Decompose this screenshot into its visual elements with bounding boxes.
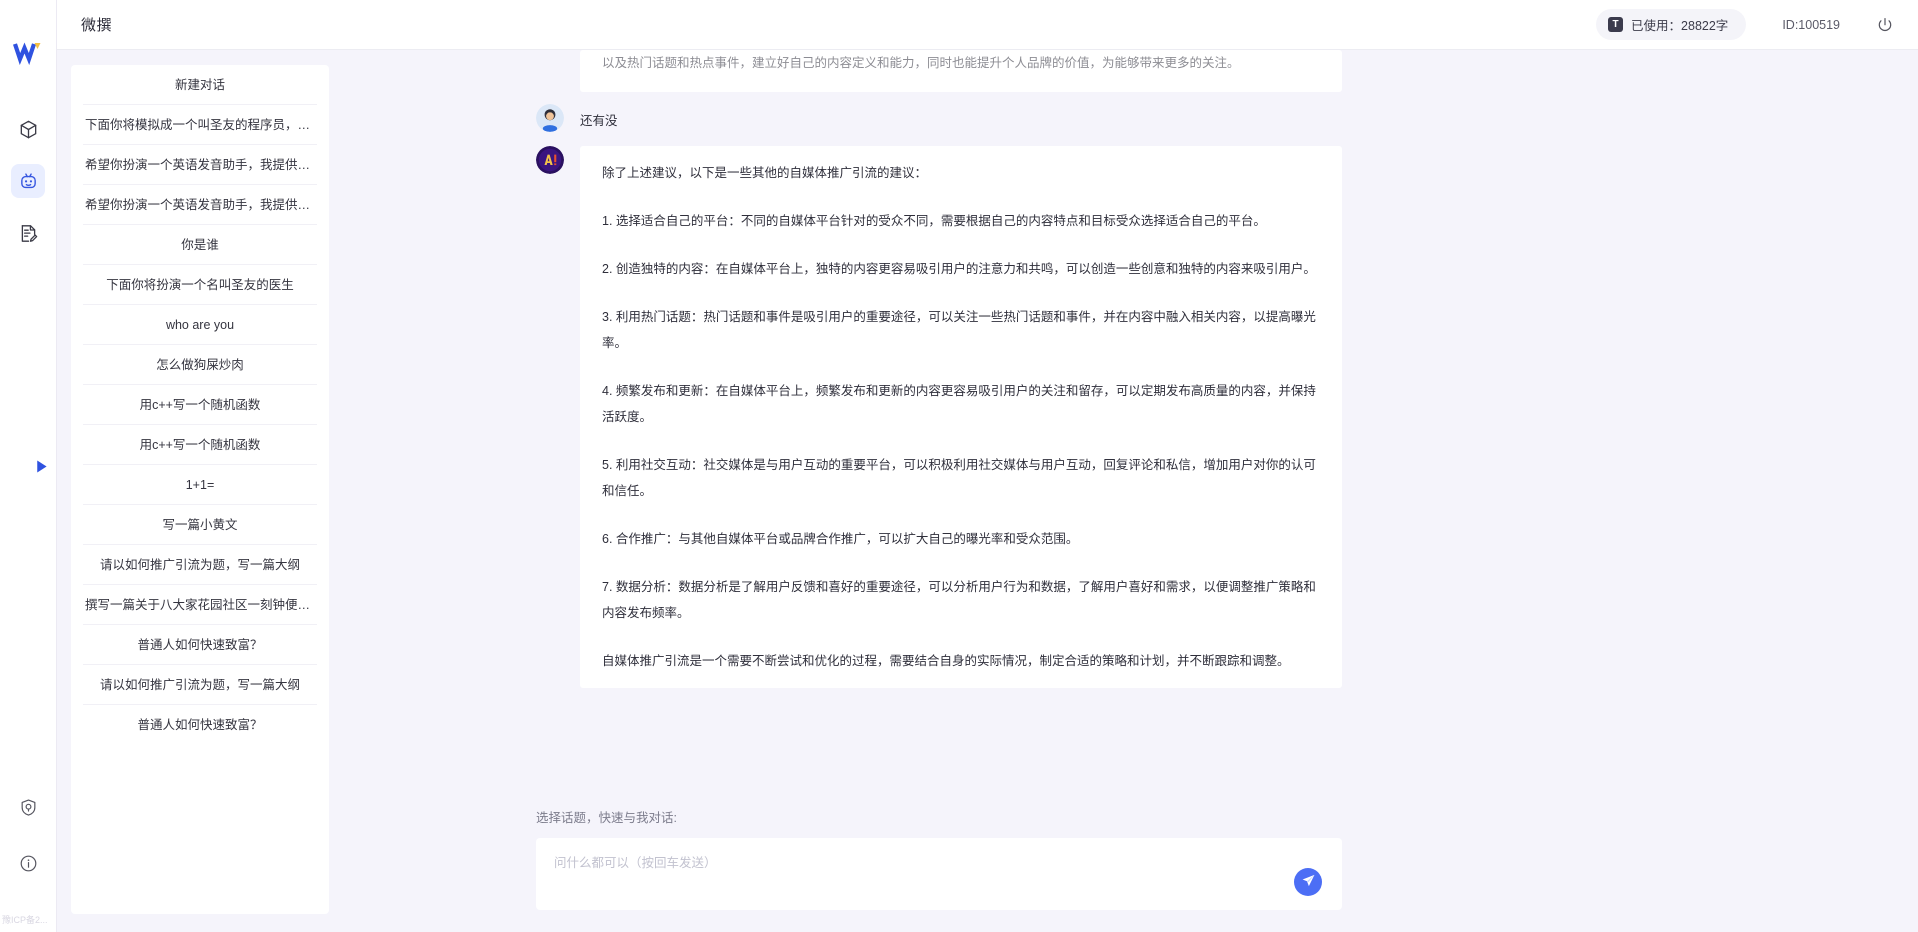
sidebar-item-robot[interactable] xyxy=(11,164,45,198)
message-paragraph: 6. 合作推广：与其他自媒体平台或品牌合作推广，可以扩大自己的曝光率和受众范围。 xyxy=(602,532,1079,546)
conversation-list: 新建对话 下面你将模拟成一个叫圣友的程序员，我说... 希望你扮演一个英语发音助… xyxy=(71,65,329,914)
token-badge-icon: T xyxy=(1608,17,1624,32)
user-id-label: ID:100519 xyxy=(1782,17,1840,32)
list-item[interactable]: 普通人如何快速致富？ xyxy=(83,625,317,665)
shield-icon[interactable] xyxy=(11,790,45,824)
list-item[interactable]: 撰写一篇关于八大家花园社区一刻钟便民生... xyxy=(83,585,317,625)
list-item[interactable]: 用c++写一个随机函数 xyxy=(83,425,317,465)
message-input[interactable] xyxy=(536,838,1342,910)
rail-bottom-items xyxy=(0,790,56,880)
list-item[interactable]: 希望你扮演一个英语发音助手，我提供给你... xyxy=(83,145,317,185)
new-chat-button[interactable]: 新建对话 xyxy=(83,65,317,105)
list-item[interactable]: 1+1= xyxy=(83,465,317,505)
list-item[interactable]: 你是谁 xyxy=(83,225,317,265)
list-item[interactable]: 下面你将模拟成一个叫圣友的程序员，我说... xyxy=(83,105,317,145)
send-button[interactable] xyxy=(1294,868,1322,896)
play-triangle-icon[interactable] xyxy=(30,455,52,477)
ai-avatar-icon xyxy=(536,146,564,174)
message-paragraph: 3. 利用热门话题：热门话题和事件是吸引用户的重要途径，可以关注一些热门话题和事… xyxy=(602,310,1316,350)
list-item[interactable]: 普通人如何快速致富？ xyxy=(83,705,317,745)
message-paragraph: 5. 利用社交互动：社交媒体是与用户互动的重要平台，可以积极利用社交媒体与用户互… xyxy=(602,458,1316,498)
w-logo-icon xyxy=(12,36,44,68)
power-icon[interactable] xyxy=(1876,16,1894,34)
list-item[interactable]: 请以如何推广引流为题，写一篇大纲 xyxy=(83,545,317,585)
message-paragraph: 除了上述建议，以下是一些其他的自媒体推广引流的建议： xyxy=(602,166,928,180)
message-paragraph: 以及热门话题和热点事件，建立好自己的内容定义和能力，同时也能提升个人品牌的价值，… xyxy=(602,56,1240,70)
message-paragraph: 2. 创造独特的内容：在自媒体平台上，独特的内容更容易吸引用户的注意力和共鸣，可… xyxy=(602,262,1316,276)
message-paragraph: 1. 选择适合自己的平台：不同的自媒体平台针对的受众不同，需要根据自己的内容特点… xyxy=(602,214,1266,228)
rail-primary-items xyxy=(11,112,45,250)
list-item[interactable]: 请以如何推广引流为题，写一篇大纲 xyxy=(83,665,317,705)
app-header: 微撰 T 已使用：28822字 ID:100519 xyxy=(57,0,1918,50)
composer: 选择话题，快速与我对话: xyxy=(536,807,1342,932)
list-item[interactable]: 用c++写一个随机函数 xyxy=(83,385,317,425)
composer-label: 选择话题，快速与我对话: xyxy=(536,811,677,825)
message-user: 还有没 xyxy=(536,104,1342,134)
icp-footer-text: 豫ICP备2... xyxy=(2,915,48,925)
composer-box[interactable] xyxy=(536,838,1342,910)
info-icon[interactable] xyxy=(11,846,45,880)
message-paragraph: 4. 频繁发布和更新：在自媒体平台上，频繁发布和更新的内容更容易吸引用户的关注和… xyxy=(602,384,1316,424)
header-actions: T 已使用：28822字 ID:100519 xyxy=(1596,9,1894,40)
chat-column: 以及热门话题和热点事件，建立好自己的内容定义和能力，同时也能提升个人品牌的价值，… xyxy=(329,50,1918,932)
app-root: 豫ICP备2... 微撰 T 已使用：28822字 ID:100519 新建对话… xyxy=(0,0,1918,932)
page-title: 微撰 xyxy=(81,17,113,34)
message-paragraph: 还有没 xyxy=(580,114,618,128)
list-item[interactable]: 怎么做狗屎炒肉 xyxy=(83,345,317,385)
message-bubble: 除了上述建议，以下是一些其他的自媒体推广引流的建议： 1. 选择适合自己的平台：… xyxy=(580,146,1342,688)
chat-inner: 以及热门话题和热点事件，建立好自己的内容定义和能力，同时也能提升个人品牌的价值，… xyxy=(536,50,1342,932)
usage-badge: T 已使用：28822字 xyxy=(1596,9,1747,40)
message-bubble: 还有没 xyxy=(580,104,1342,134)
message-assistant-clipped: 以及热门话题和热点事件，建立好自己的内容定义和能力，同时也能提升个人品牌的价值，… xyxy=(536,50,1342,92)
list-item[interactable]: 希望你扮演一个英语发音助手，我提供给你... xyxy=(83,185,317,225)
send-paper-plane-icon xyxy=(1301,873,1316,891)
body-wrap: 新建对话 下面你将模拟成一个叫圣友的程序员，我说... 希望你扮演一个英语发音助… xyxy=(57,50,1918,932)
usage-label: 已使用：28822字 xyxy=(1631,19,1729,33)
sidebar-item-document-edit[interactable] xyxy=(11,216,45,250)
message-assistant: 除了上述建议，以下是一些其他的自媒体推广引流的建议： 1. 选择适合自己的平台：… xyxy=(536,146,1342,688)
left-icon-rail: 豫ICP备2... xyxy=(0,0,57,932)
list-item[interactable]: 写一篇小黄文 xyxy=(83,505,317,545)
conversation-panel: 新建对话 下面你将模拟成一个叫圣友的程序员，我说... 希望你扮演一个英语发音助… xyxy=(71,65,329,914)
message-paragraph: 自媒体推广引流是一个需要不断尝试和优化的过程，需要结合自身的实际情况，制定合适的… xyxy=(602,654,1290,668)
main-region: 微撰 T 已使用：28822字 ID:100519 新建对话 下面你将模拟成一个… xyxy=(57,0,1918,932)
message-bubble: 以及热门话题和热点事件，建立好自己的内容定义和能力，同时也能提升个人品牌的价值，… xyxy=(580,50,1342,92)
list-item[interactable]: 下面你将扮演一个名叫圣友的医生 xyxy=(83,265,317,305)
message-paragraph: 7. 数据分析：数据分析是了解用户反馈和喜好的重要途径，可以分析用户行为和数据，… xyxy=(602,580,1316,620)
sidebar-item-cube[interactable] xyxy=(11,112,45,146)
user-avatar-icon xyxy=(536,104,564,132)
message-list: 以及热门话题和热点事件，建立好自己的内容定义和能力，同时也能提升个人品牌的价值，… xyxy=(536,50,1342,807)
list-item[interactable]: who are you xyxy=(83,305,317,345)
